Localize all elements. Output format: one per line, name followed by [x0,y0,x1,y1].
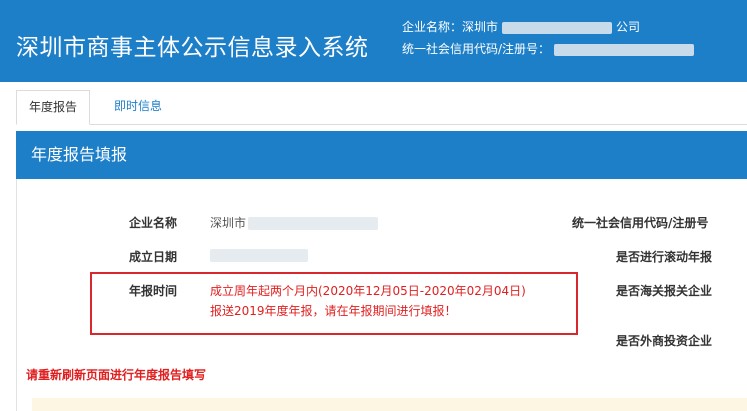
header-credit-info: 统一社会信用代码/注册号： [402,40,695,57]
header-company-info: 企业名称：深圳市 公司 [402,18,640,35]
tab-bar: 年度报告 即时信息 [16,90,747,125]
redacted-mask [554,43,695,56]
panel-header: 年度报告填报 [16,131,747,179]
system-title: 深圳市商事主体公示信息录入系统 [16,35,369,61]
panel-title: 年度报告填报 [31,145,128,164]
tab-annual-report[interactable]: 年度报告 [16,90,91,125]
company-name-label: 企业名称 [129,216,178,230]
report-time-highlight-box [90,272,578,335]
notice-bar [32,398,747,411]
tab-instant-info[interactable]: 即时信息 [102,90,174,123]
header-credit-label: 统一社会信用代码/注册号： [402,42,551,56]
established-date-label: 成立日期 [129,250,178,264]
company-name-value: 深圳市 [210,214,379,231]
header-company-prefix: 深圳市 [462,20,499,34]
rolling-report-label: 是否进行滚动年报 [616,250,713,264]
credit-code-label: 统一社会信用代码/注册号 [572,216,709,230]
foreign-investment-label: 是否外商投资企业 [616,334,713,348]
header-company-label: 企业名称： [402,20,463,34]
header-company-suffix: 公司 [616,20,641,34]
refresh-notice: 请重新刷新页面进行年度报告填写 [26,368,207,382]
redacted-mask [210,249,308,262]
company-name-prefix: 深圳市 [210,216,247,230]
customs-enterprise-label: 是否海关报关企业 [616,284,713,298]
redacted-mask [502,21,613,34]
established-date-value [210,248,308,262]
app-header: 深圳市商事主体公示信息录入系统 企业名称：深圳市 公司 统一社会信用代码/注册号： [0,0,747,82]
redacted-mask [248,217,379,230]
